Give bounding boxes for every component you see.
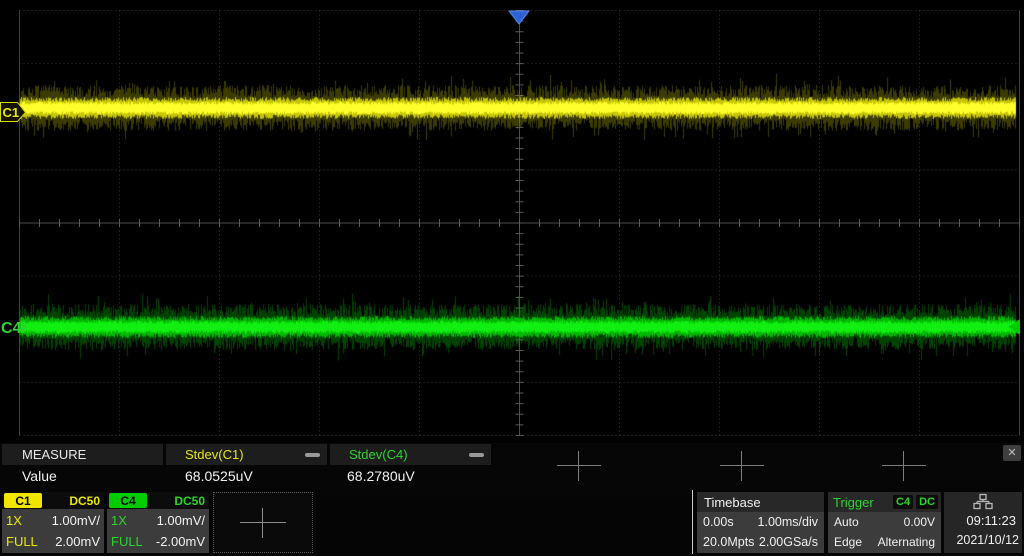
remove-measure-icon[interactable]: [469, 453, 484, 457]
trigger-coupling-badge: DC: [916, 495, 938, 509]
measure-column-stdev-c4[interactable]: Stdev(C4): [330, 444, 491, 465]
channel-c4-probe: 1X: [111, 513, 127, 528]
timebase-header: Timebase: [697, 492, 824, 512]
channel-marker-c4-arrow-icon: [21, 321, 28, 333]
timebase-panel[interactable]: Timebase 0.00s 1.00ms/div 20.0Mpts 2.00G…: [697, 492, 824, 553]
measure-value-stdev-c4: 68.2780uV: [347, 468, 415, 484]
timebase-title: Timebase: [704, 495, 761, 510]
trigger-source-badge: C4: [893, 495, 913, 509]
trigger-type: Edge: [834, 535, 862, 549]
remove-measure-icon[interactable]: [305, 453, 320, 457]
trigger-position-marker-icon[interactable]: [508, 10, 530, 26]
add-measurement-icon[interactable]: [557, 451, 601, 481]
measure-header-2: Stdev(C4): [349, 447, 408, 462]
trigger-title: Trigger: [833, 495, 893, 510]
channel-marker-c1[interactable]: C1: [0, 102, 27, 123]
trigger-level-marker-icon[interactable]: [1007, 318, 1021, 336]
measure-title: MEASURE: [22, 447, 86, 462]
status-bar: C1 DC50 1X 1.00mV/ FULL 2.00mV C4 DC50: [0, 489, 1024, 556]
channel-c1-offset: 2.00mV: [55, 534, 100, 549]
channel-c1-coupling: DC50: [69, 494, 104, 508]
measure-bar: MEASURE Stdev(C1) Stdev(C4) Value 68.052…: [0, 443, 1024, 489]
waveform-display[interactable]: C1 C4: [0, 0, 1024, 443]
timebase-scale: 1.00ms/div: [758, 515, 818, 529]
channel-c4-bandwidth: FULL: [111, 534, 143, 549]
channel-c1-badge[interactable]: C1: [4, 493, 42, 508]
add-channel-icon: [240, 508, 286, 538]
clock-time: 09:11:23: [944, 511, 1022, 531]
add-measurement-icon[interactable]: [720, 451, 764, 481]
measure-value-label: Value: [22, 468, 57, 484]
add-channel-slot[interactable]: [213, 492, 313, 553]
channel-c4-badge[interactable]: C4: [109, 493, 147, 508]
clock-date: 2021/10/12: [944, 531, 1022, 551]
channel-c4-offset: -2.00mV: [156, 534, 205, 549]
trigger-panel[interactable]: Trigger C4 DC Auto 0.00V Edge Alternatin…: [828, 492, 941, 553]
close-measure-icon[interactable]: ✕: [1003, 445, 1021, 461]
measure-value-stdev-c1: 68.0525uV: [185, 468, 253, 484]
oscilloscope-screen: C1 C4 MEASURE Stdev(C1) Stdev(C4) Value …: [0, 0, 1024, 556]
timebase-delay: 0.00s: [703, 515, 734, 529]
measure-header-1: Stdev(C1): [185, 447, 244, 462]
measure-column-stdev-c1[interactable]: Stdev(C1): [166, 444, 327, 465]
trigger-alternating: Alternating: [878, 535, 935, 549]
channel-marker-c1-label: C1: [3, 105, 20, 120]
channel-c1-header: C1 DC50: [2, 492, 104, 509]
channel-c1-probe: 1X: [6, 513, 22, 528]
channel-marker-c4[interactable]: C4: [0, 315, 30, 339]
panel-divider: [692, 490, 693, 554]
channel-c1-bandwidth: FULL: [6, 534, 38, 549]
channel-c1-scale: 1.00mV/: [52, 513, 100, 528]
add-measurement-icon[interactable]: [882, 451, 926, 481]
channel-descriptor-c1[interactable]: C1 DC50 1X 1.00mV/ FULL 2.00mV: [2, 492, 104, 553]
channel-c4-header: C4 DC50: [107, 492, 209, 509]
channel-marker-c4-label: C4: [1, 320, 22, 337]
timebase-sample-rate: 2.00GSa/s: [759, 535, 818, 549]
channel-c4-coupling: DC50: [174, 494, 209, 508]
channel-descriptor-c4[interactable]: C4 DC50 1X 1.00mV/ FULL -2.00mV: [107, 492, 209, 553]
network-icon[interactable]: [973, 493, 993, 510]
timebase-memory: 20.0Mpts: [703, 535, 754, 549]
trigger-level: 0.00V: [904, 515, 935, 529]
trigger-header: Trigger C4 DC: [828, 492, 941, 512]
clock-panel[interactable]: 09:11:23 2021/10/12: [944, 492, 1022, 553]
trigger-mode: Auto: [834, 515, 859, 529]
waveform-traces: [0, 0, 1024, 443]
channel-c4-scale: 1.00mV/: [157, 513, 205, 528]
measure-title-cell: MEASURE: [2, 444, 163, 465]
